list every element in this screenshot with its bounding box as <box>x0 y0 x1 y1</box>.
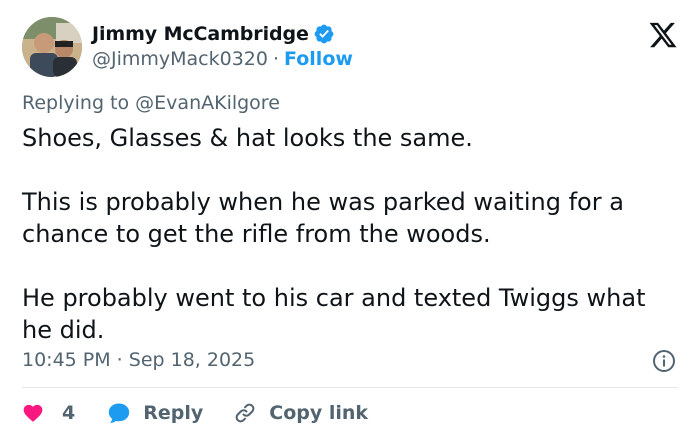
tweet-paragraph: Shoes, Glasses & hat looks the same. <box>22 124 473 152</box>
reply-label: Reply <box>143 402 204 424</box>
reply-button[interactable]: Reply <box>107 401 203 425</box>
divider <box>22 387 678 388</box>
user-name-row: Jimmy McCambridge <box>92 22 335 46</box>
like-button[interactable]: 4 <box>22 402 75 424</box>
like-count: 4 <box>62 402 76 424</box>
reply-context-prefix: Replying to <box>22 92 130 114</box>
verified-badge-icon <box>314 24 334 44</box>
copy-link-label: Copy link <box>269 402 369 424</box>
avatar[interactable] <box>22 17 82 77</box>
separator-dot: · <box>272 48 280 70</box>
avatar-photo <box>22 17 82 77</box>
tweet-timestamp[interactable]: 10:45 PM · Sep 18, 2025 <box>22 349 255 371</box>
tweet-text: Shoes, Glasses & hat looks the same. Thi… <box>22 122 682 346</box>
tweet-paragraph: He probably went to his car and texted T… <box>22 284 646 344</box>
heart-icon <box>23 404 43 422</box>
reply-mention-link[interactable]: @EvanAKilgore <box>135 92 280 114</box>
info-icon[interactable] <box>652 349 676 373</box>
tweet-paragraph: This is probably when he was parked wait… <box>22 188 624 248</box>
tweet-card: Jimmy McCambridge @JimmyMack0320 · Follo… <box>0 0 700 440</box>
handle-row: @JimmyMack0320 · Follow <box>92 48 353 70</box>
user-handle[interactable]: @JimmyMack0320 <box>92 48 268 70</box>
action-bar: 4 Reply Copy link <box>22 398 368 428</box>
link-icon <box>235 403 255 423</box>
copy-link-button[interactable]: Copy link <box>233 401 368 425</box>
display-name[interactable]: Jimmy McCambridge <box>92 23 309 45</box>
speech-bubble-icon <box>109 403 130 423</box>
x-logo-icon[interactable] <box>648 20 678 50</box>
reply-context: Replying to @EvanAKilgore <box>22 92 280 114</box>
follow-button[interactable]: Follow <box>284 48 353 70</box>
